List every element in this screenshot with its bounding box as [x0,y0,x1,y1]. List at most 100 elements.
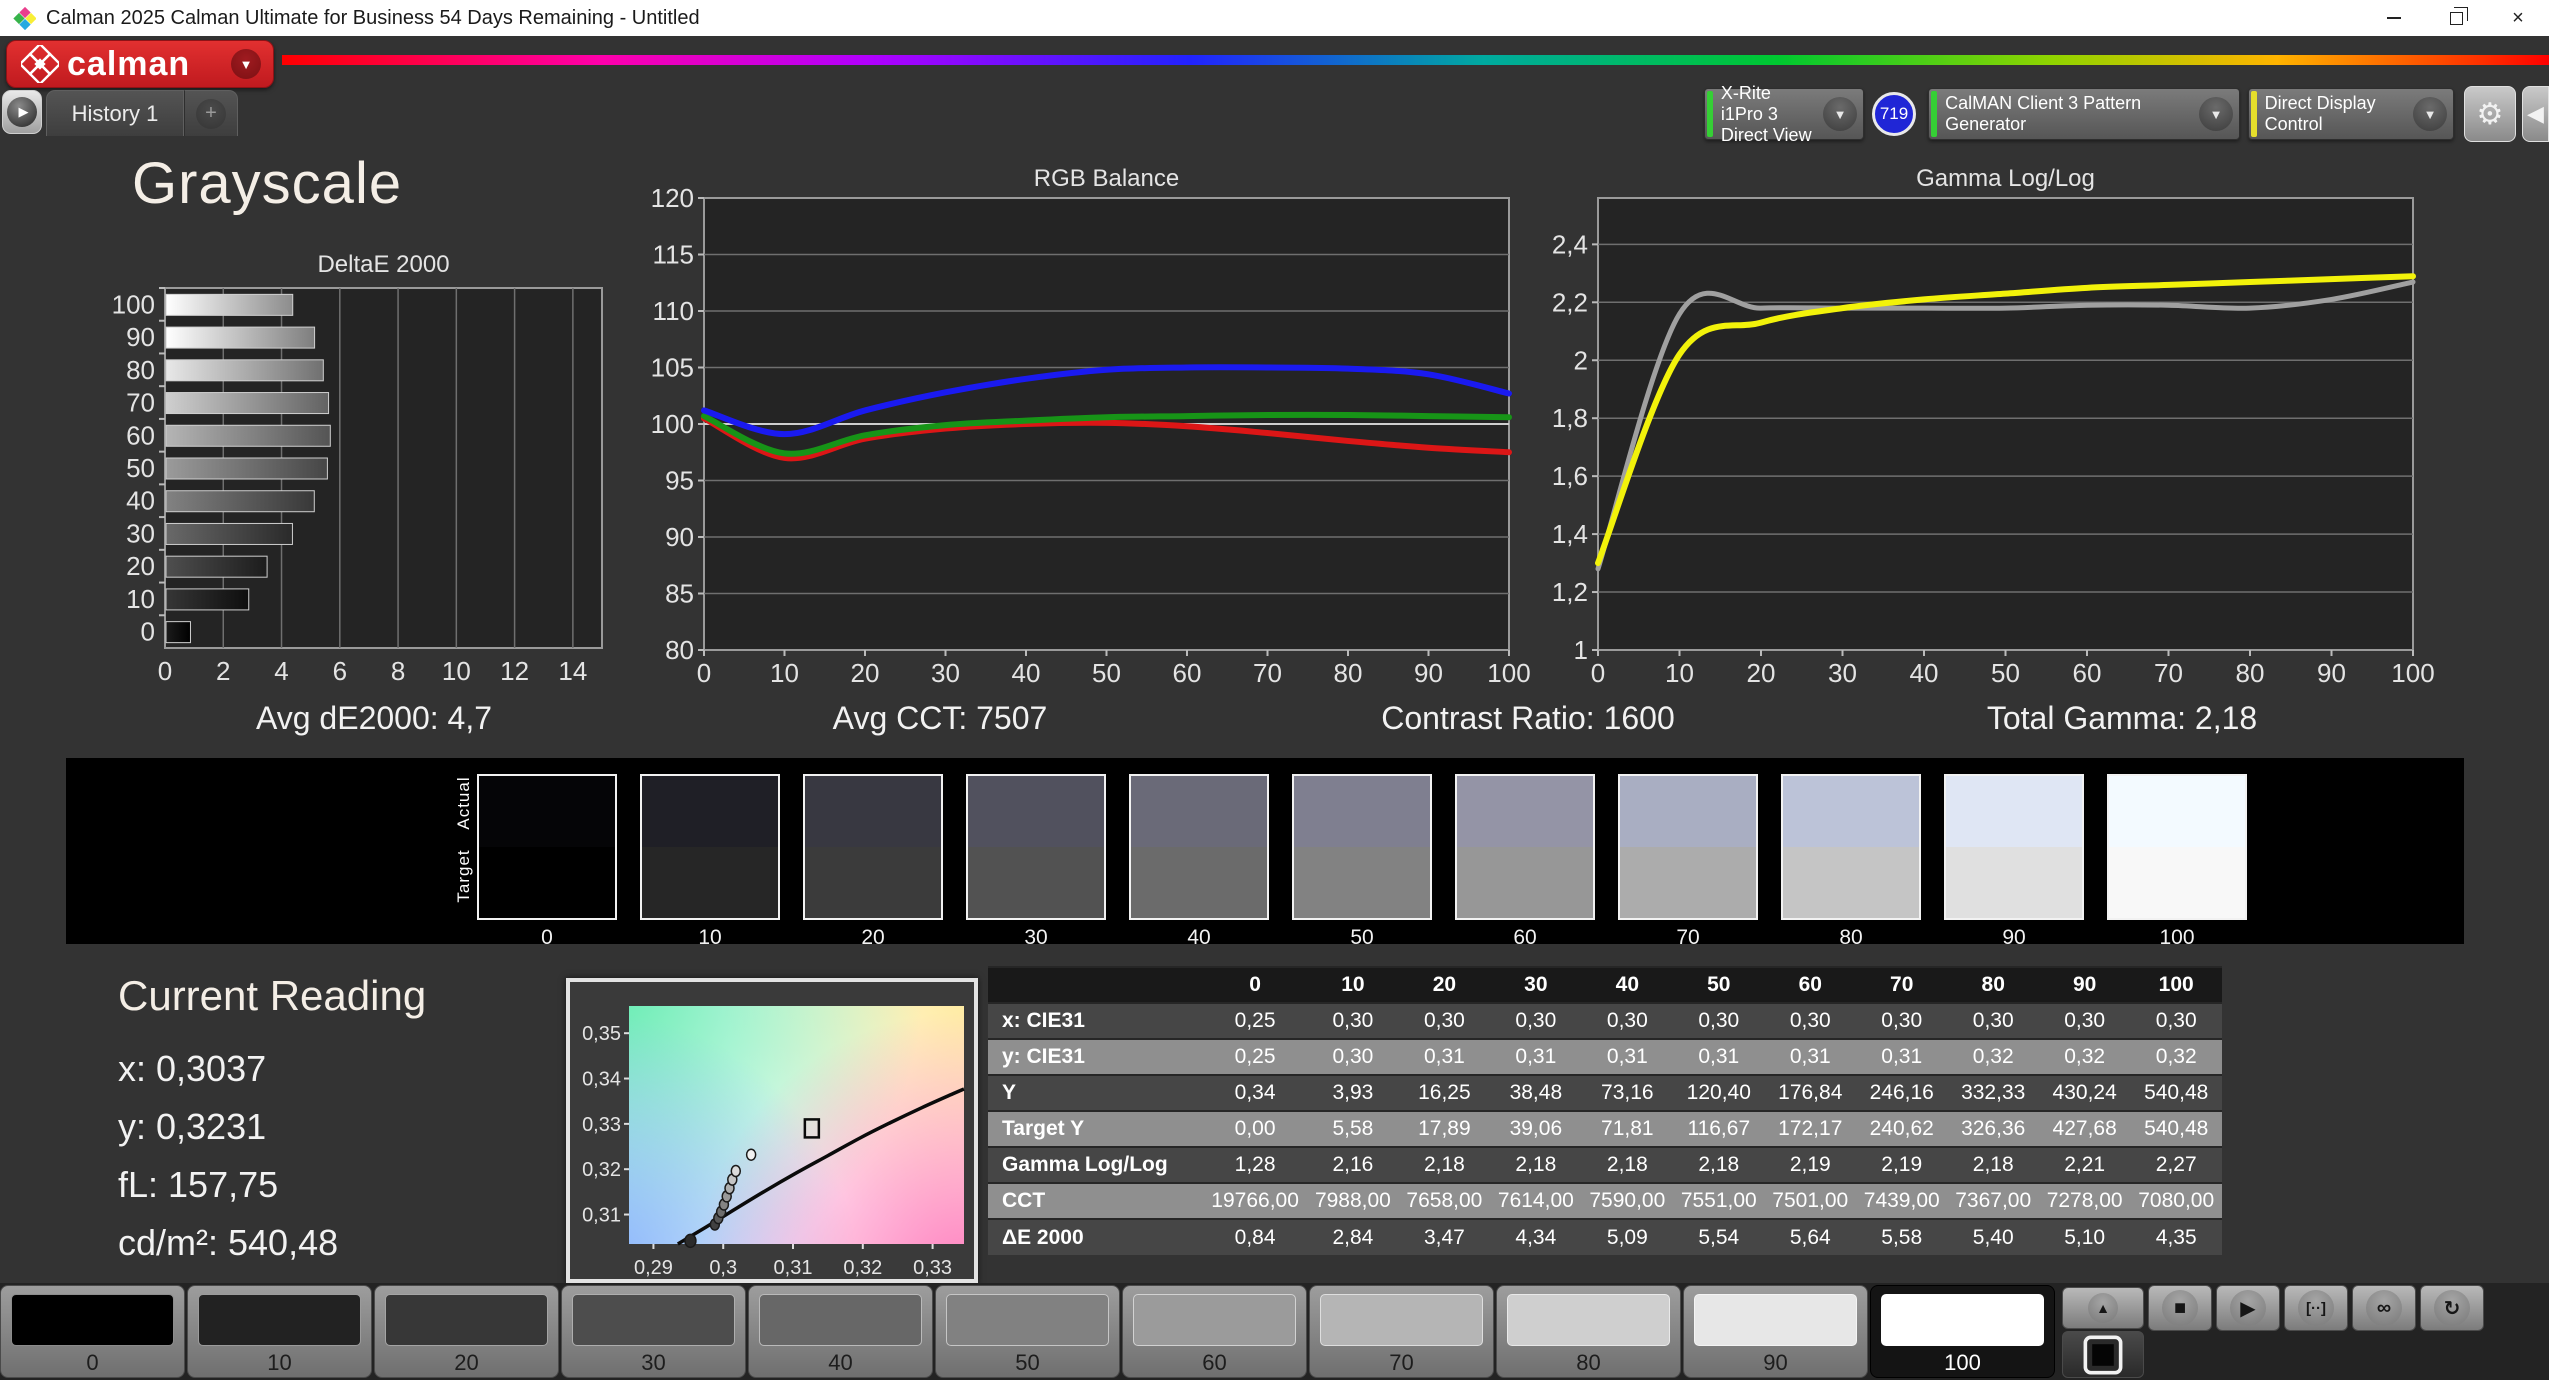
pattern-level-button-20[interactable]: 20 [374,1285,559,1378]
actual-swatch [805,776,941,847]
row-label: CCT [988,1182,1203,1219]
stop-button[interactable]: ■ [2148,1285,2212,1331]
collapse-toolbar-button[interactable]: ◀ [2522,86,2549,142]
swatch-level-label: 60 [1513,926,1537,949]
svg-text:90: 90 [2317,658,2346,688]
level-swatch [1881,1294,2044,1346]
level-swatch [198,1294,361,1346]
row-label: x: CIE31 [988,1002,1203,1039]
pattern-level-button-50[interactable]: 50 [935,1285,1120,1378]
table-cell: 120,40 [1673,1074,1765,1111]
column-header: 0 [1203,966,1308,1003]
sidebar-expander-button[interactable]: ▶ [2,90,42,134]
table-cell: 7278,00 [2038,1182,2131,1219]
table-cell: 172,17 [1764,1110,1856,1147]
svg-text:90: 90 [1414,658,1443,688]
level-swatch [759,1294,922,1346]
bracket-icon: [··] [2298,1290,2334,1326]
svg-text:95: 95 [665,466,694,496]
pattern-level-button-40[interactable]: 40 [748,1285,933,1378]
table-cell: 0,31 [1856,1038,1948,1075]
actual-swatch [642,776,778,847]
svg-text:0,32: 0,32 [582,1159,621,1181]
restore-icon[interactable] [2425,0,2487,36]
pattern-level-button-30[interactable]: 30 [561,1285,746,1378]
settings-button[interactable]: ⚙ [2464,86,2516,142]
table-cell: 71,81 [1581,1110,1674,1147]
table-row-gamma-log-log: Gamma Log/Log 1,28 2,16 2,18 2,18 2,18 2,18 2,1… [988,1146,2222,1183]
table-cell: 7614,00 [1490,1182,1582,1219]
pattern-level-button-90[interactable]: 90 [1683,1285,1868,1378]
table-cell: 0,84 [1203,1218,1308,1255]
pattern-level-button-70[interactable]: 70 [1309,1285,1494,1378]
stat-avg-de2000: Avg dE2000: 4,7 [255,700,493,736]
column-header: 90 [2038,966,2131,1003]
actual-swatch [1294,776,1430,847]
pattern-level-button-100[interactable]: 100 [1870,1285,2055,1378]
pattern-level-button-10[interactable]: 10 [187,1285,372,1378]
meter-count-badge[interactable]: 719 [1872,92,1916,136]
table-cell: 19766,00 [1203,1182,1308,1219]
column-header: 80 [1947,966,2039,1003]
table-cell: 2,27 [2130,1146,2222,1183]
pattern-level-button-0[interactable]: 0 [0,1285,185,1378]
svg-text:6: 6 [333,656,347,686]
meter-dropdown[interactable]: X-Rite i1Pro 3 Direct View ▼ [1704,83,1864,145]
actual-swatch [1620,776,1756,847]
collapse-panel-button[interactable]: ▲ [2062,1287,2144,1329]
svg-text:60: 60 [2073,658,2102,688]
level-swatch [1320,1294,1483,1346]
svg-text:30: 30 [126,518,155,548]
table-cell: 332,33 [1947,1074,2039,1111]
table-cell: 2,18 [1581,1146,1674,1183]
svg-text:14: 14 [558,656,587,686]
minimize-icon[interactable] [2363,0,2425,36]
title-bar: Calman 2025 Calman Ultimate for Business… [0,0,2549,36]
table-cell: 5,10 [2038,1218,2131,1255]
table-row--e-2000: ΔE 2000 0,84 2,84 3,47 4,34 5,09 5,54 5,64 5,58 5… [988,1218,2222,1255]
target-row-label: Target [454,849,473,903]
svg-text:70: 70 [126,388,155,418]
table-cell: 5,54 [1673,1218,1765,1255]
table-cell: 540,48 [2130,1074,2222,1111]
gray-swatch-100 [2107,774,2247,920]
calman-menu-button[interactable]: calman ▼ [6,40,274,88]
svg-text:0: 0 [158,656,172,686]
level-swatch [11,1294,174,1346]
svg-text:4: 4 [274,656,288,686]
calman-logo-text: calman [67,44,191,83]
table-cell: 38,48 [1490,1074,1582,1111]
bracket-button[interactable]: [··] [2284,1285,2348,1331]
table-cell: 7367,00 [1947,1182,2039,1219]
table-cell: 176,84 [1764,1074,1856,1111]
display-control-dropdown[interactable]: Direct Display Control ▼ [2248,88,2454,140]
table-cell: 17,89 [1398,1110,1491,1147]
refresh-button[interactable]: ↻ [2420,1285,2484,1331]
deltae-bar-30 [165,522,293,545]
table-cell: 4,34 [1490,1218,1582,1255]
play-button[interactable]: ▶ [2216,1285,2280,1331]
svg-text:1,8: 1,8 [1552,403,1588,433]
pattern-level-button-60[interactable]: 60 [1122,1285,1307,1378]
table-cell: 0,25 [1203,1002,1308,1039]
table-cell: 7439,00 [1856,1182,1948,1219]
loop-button[interactable]: ∞ [2352,1285,2416,1331]
svg-text:20: 20 [126,551,155,581]
pattern-window-icon [2083,1335,2123,1374]
pattern-window-button[interactable] [2062,1331,2144,1378]
stat-contrast-ratio: Contrast Ratio: 1600 [1381,700,1675,736]
svg-text:0,31: 0,31 [774,1257,813,1279]
close-icon[interactable]: × [2487,0,2549,36]
deltae-bar-0 [165,621,191,644]
current-reading-value: x: 0,3037 [118,1048,267,1089]
actual-swatch [1783,776,1919,847]
tab-history-1[interactable]: History 1 [46,90,184,136]
svg-text:40: 40 [1910,658,1939,688]
level-swatch [572,1294,735,1346]
add-tab-button[interactable]: + [184,90,238,136]
target-swatch [805,847,941,918]
table-cell: 0,31 [1764,1038,1856,1075]
pattern-generator-dropdown[interactable]: CalMAN Client 3 Pattern Generator ▼ [1928,88,2240,140]
svg-text:0,3: 0,3 [709,1257,737,1279]
pattern-level-button-80[interactable]: 80 [1496,1285,1681,1378]
